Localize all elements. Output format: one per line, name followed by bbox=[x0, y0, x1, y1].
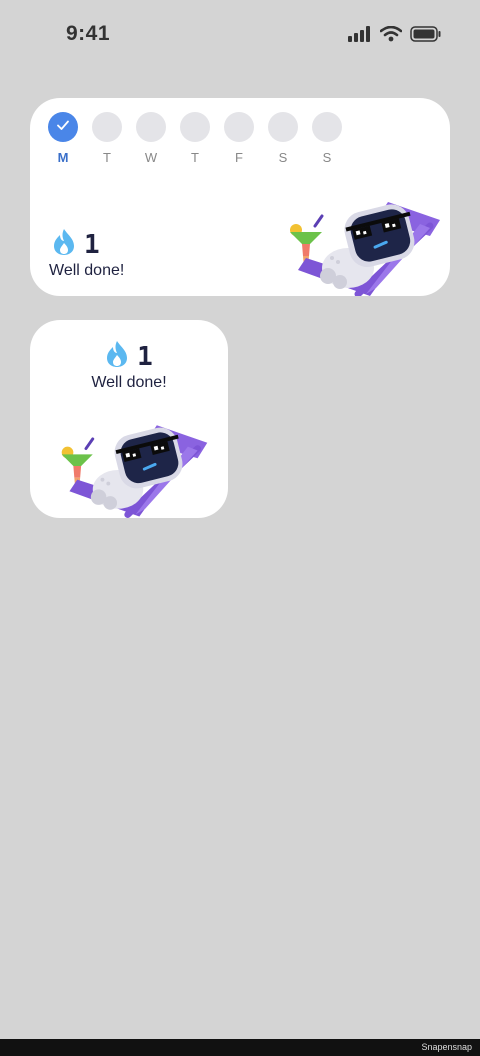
day-circle-done bbox=[48, 112, 78, 142]
cellular-signal-icon bbox=[348, 26, 372, 47]
streak-message: Well done! bbox=[91, 374, 167, 391]
streak-counter: 1 bbox=[30, 340, 228, 373]
day-wednesday: W bbox=[136, 112, 166, 165]
day-friday: F bbox=[224, 112, 254, 165]
day-label: F bbox=[235, 150, 243, 165]
streak-count: 1 bbox=[84, 229, 100, 260]
checkmark-icon bbox=[55, 117, 71, 138]
weekday-tracker: M T W T F S S bbox=[48, 112, 342, 165]
flame-icon bbox=[52, 228, 76, 261]
day-saturday: S bbox=[268, 112, 298, 165]
day-label: T bbox=[191, 150, 199, 165]
status-bar: 9:41 bbox=[0, 0, 480, 70]
streak-widget-small[interactable]: 1 Well done! bbox=[30, 320, 228, 518]
streak-message: Well done! bbox=[49, 262, 125, 279]
status-icons bbox=[348, 25, 442, 47]
day-circle bbox=[312, 112, 342, 142]
streak-count: 1 bbox=[137, 341, 153, 372]
robot-lounging-icon bbox=[280, 196, 450, 296]
day-label: S bbox=[278, 150, 288, 165]
day-circle bbox=[92, 112, 122, 142]
day-label: W bbox=[144, 150, 158, 165]
watermark: Snapensnap bbox=[421, 1042, 472, 1052]
day-thursday: T bbox=[180, 112, 210, 165]
wifi-icon bbox=[379, 25, 403, 47]
streak-widget-medium[interactable]: M T W T F S S 1 Well done! bbox=[30, 98, 450, 296]
day-circle bbox=[136, 112, 166, 142]
day-label: T bbox=[103, 150, 111, 165]
day-label: S bbox=[322, 150, 332, 165]
streak-counter: 1 bbox=[52, 228, 100, 261]
footer-bar: Snapensnap bbox=[0, 1039, 480, 1056]
status-time: 9:41 bbox=[66, 22, 111, 45]
robot-lounging-icon bbox=[52, 418, 217, 518]
day-tuesday: T bbox=[92, 112, 122, 165]
day-label: M bbox=[57, 150, 69, 165]
day-monday: M bbox=[48, 112, 78, 165]
flame-icon bbox=[105, 340, 129, 373]
day-circle bbox=[224, 112, 254, 142]
day-sunday: S bbox=[312, 112, 342, 165]
day-circle bbox=[268, 112, 298, 142]
battery-icon bbox=[410, 26, 442, 47]
day-circle bbox=[180, 112, 210, 142]
